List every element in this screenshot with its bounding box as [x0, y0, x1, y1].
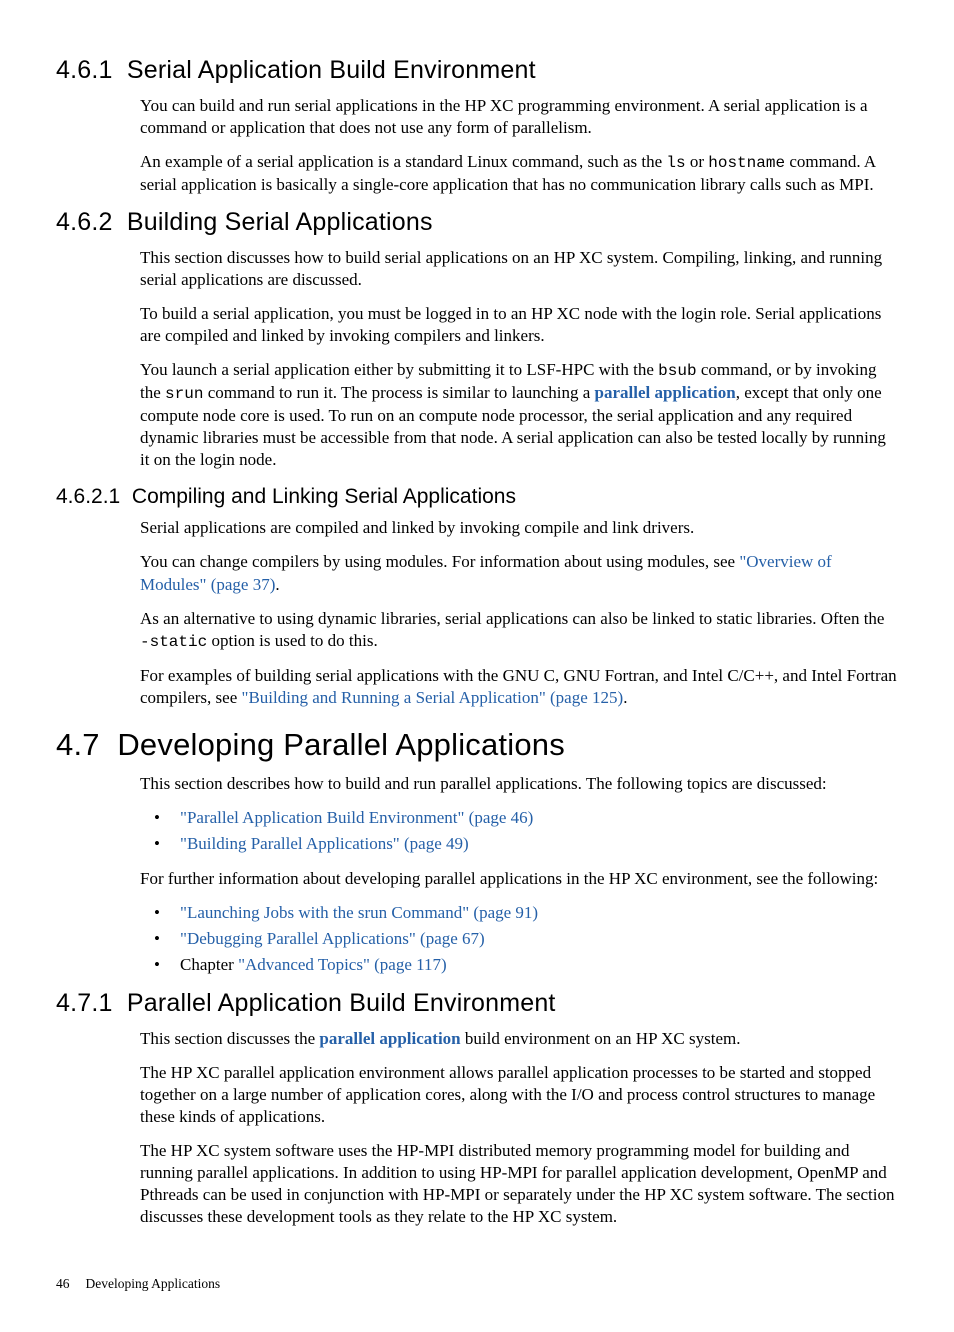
code-text: srun: [165, 385, 203, 403]
cross-ref-link-debugging-parallel[interactable]: "Debugging Parallel Applications" (page …: [180, 929, 485, 948]
section-title: Compiling and Linking Serial Application…: [132, 485, 516, 508]
cross-ref-link-launching-srun[interactable]: "Launching Jobs with the srun Command" (…: [180, 903, 538, 922]
bullet-item: "Debugging Parallel Applications" (page …: [166, 928, 898, 951]
paragraph: You can build and run serial application…: [140, 95, 898, 139]
section-4-6-1-body: You can build and run serial application…: [140, 95, 898, 196]
section-number: 4.6.2.1: [56, 485, 120, 508]
section-number: 4.6.2: [56, 208, 113, 236]
paragraph: The HP XC system software uses the HP-MP…: [140, 1140, 898, 1228]
code-text: ls: [666, 154, 685, 172]
heading-4-6-2-1: 4.6.2.1 Compiling and Linking Serial App…: [56, 485, 898, 509]
heading-4-6-2: 4.6.2 Building Serial Applications: [56, 208, 898, 237]
paragraph: The HP XC parallel application environme…: [140, 1062, 898, 1128]
cross-ref-link-building-parallel[interactable]: "Building Parallel Applications" (page 4…: [180, 834, 469, 853]
cross-ref-link-advanced-topics[interactable]: "Advanced Topics" (page 117): [238, 955, 447, 974]
section-title: Parallel Application Build Environment: [127, 989, 556, 1017]
page-number: 46: [56, 1276, 70, 1292]
page-footer: 46 Developing Applications: [56, 1276, 898, 1292]
bullet-item: "Launching Jobs with the srun Command" (…: [166, 902, 898, 925]
text-run: or: [686, 152, 709, 171]
paragraph: You can change compilers by using module…: [140, 551, 898, 595]
text-run: Chapter: [180, 955, 238, 974]
paragraph: Serial applications are compiled and lin…: [140, 517, 898, 539]
paragraph: This section discusses the parallel appl…: [140, 1028, 898, 1050]
bullet-item: "Building Parallel Applications" (page 4…: [166, 833, 898, 856]
section-number: 4.7: [56, 727, 100, 762]
bullet-item: Chapter "Advanced Topics" (page 117): [166, 954, 898, 977]
section-4-7-body: This section describes how to build and …: [140, 773, 898, 977]
page-content: 4.6.1 Serial Application Build Environme…: [0, 0, 954, 1332]
text-run: As an alternative to using dynamic libra…: [140, 609, 884, 628]
text-run: .: [623, 688, 627, 707]
footer-chapter-title: Developing Applications: [86, 1276, 221, 1291]
text-run: .: [275, 575, 279, 594]
text-run: You launch a serial application either b…: [140, 360, 658, 379]
section-title: Developing Parallel Applications: [117, 727, 565, 762]
bullet-list: "Launching Jobs with the srun Command" (…: [140, 902, 898, 977]
glossary-link-parallel-application[interactable]: parallel application: [595, 383, 736, 402]
heading-4-7: 4.7 Developing Parallel Applications: [56, 727, 898, 763]
glossary-link-parallel-application[interactable]: parallel application: [319, 1029, 460, 1048]
paragraph: For examples of building serial applicat…: [140, 665, 898, 709]
text-run: You can change compilers by using module…: [140, 552, 739, 571]
section-4-6-2-1-body: Serial applications are compiled and lin…: [140, 517, 898, 708]
paragraph: You launch a serial application either b…: [140, 359, 898, 471]
bullet-item: "Parallel Application Build Environment"…: [166, 807, 898, 830]
section-title: Serial Application Build Environment: [127, 56, 536, 84]
code-text: bsub: [658, 362, 696, 380]
text-run: An example of a serial application is a …: [140, 152, 666, 171]
paragraph: To build a serial application, you must …: [140, 303, 898, 347]
text-run: option is used to do this.: [207, 631, 377, 650]
text-run: This section discusses the: [140, 1029, 319, 1048]
paragraph: An example of a serial application is a …: [140, 151, 898, 196]
bullet-list: "Parallel Application Build Environment"…: [140, 807, 898, 856]
paragraph: For further information about developing…: [140, 868, 898, 890]
cross-ref-link-building-running-serial[interactable]: "Building and Running a Serial Applicati…: [242, 688, 624, 707]
section-4-7-1-body: This section discusses the parallel appl…: [140, 1028, 898, 1229]
heading-4-6-1: 4.6.1 Serial Application Build Environme…: [56, 56, 898, 85]
code-text: hostname: [708, 154, 785, 172]
cross-ref-link-parallel-build-env[interactable]: "Parallel Application Build Environment"…: [180, 808, 533, 827]
text-run: build environment on an HP XC system.: [461, 1029, 741, 1048]
paragraph: This section describes how to build and …: [140, 773, 898, 795]
section-number: 4.6.1: [56, 56, 113, 84]
section-title: Building Serial Applications: [127, 208, 433, 236]
heading-4-7-1: 4.7.1 Parallel Application Build Environ…: [56, 989, 898, 1018]
code-text: -static: [140, 633, 207, 651]
paragraph: As an alternative to using dynamic libra…: [140, 608, 898, 653]
section-number: 4.7.1: [56, 989, 113, 1017]
section-4-6-2-body: This section discusses how to build seri…: [140, 247, 898, 471]
paragraph: This section discusses how to build seri…: [140, 247, 898, 291]
text-run: command to run it. The process is simila…: [203, 383, 594, 402]
